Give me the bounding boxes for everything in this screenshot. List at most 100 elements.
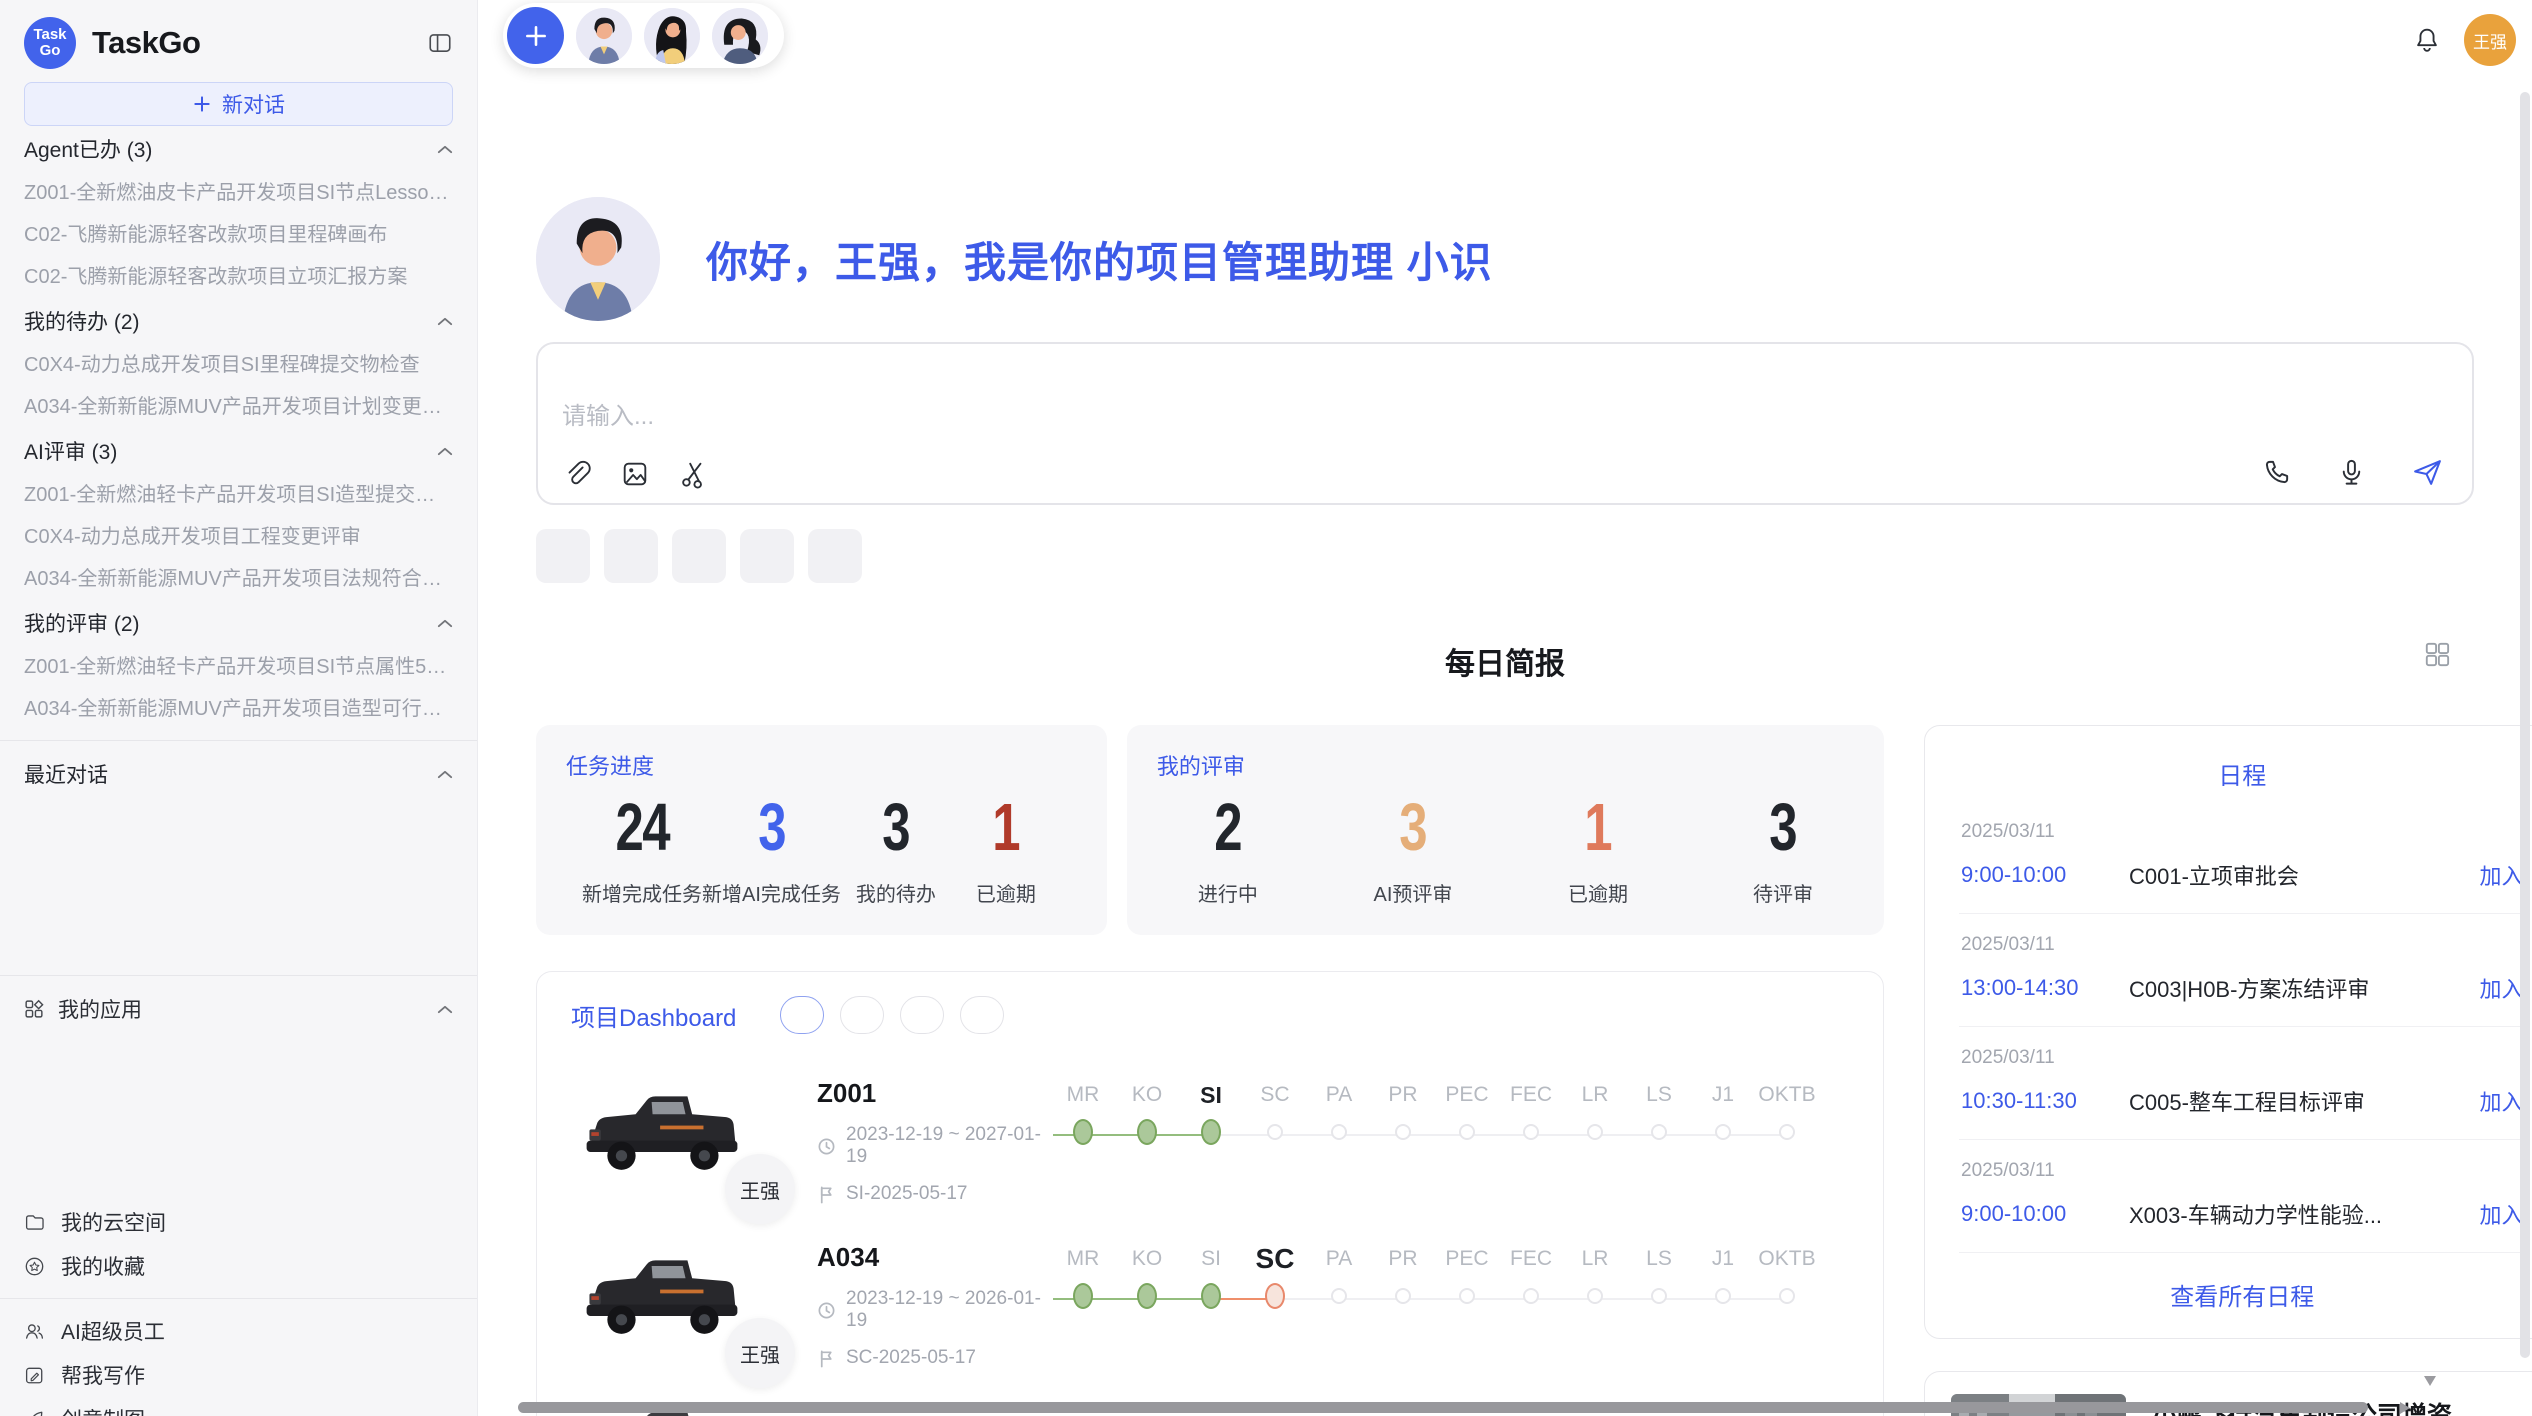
people-icon bbox=[24, 1321, 45, 1342]
project-info: Z001 2023-12-19 ~ 2027-01-19 SI-2025-05-… bbox=[787, 1078, 1047, 1198]
sidebar-task-item[interactable]: A034-全新新能源MUV产品开发项目计划变更表编写 bbox=[24, 386, 453, 428]
event-join-button[interactable]: 加入 bbox=[2468, 1198, 2524, 1230]
new-chat-button[interactable]: 新对话 bbox=[24, 82, 453, 126]
milestone-dot bbox=[1651, 1124, 1667, 1140]
view-all-schedule-button[interactable]: 查看所有日程 bbox=[1959, 1253, 2526, 1324]
event-join-button[interactable]: 加入 bbox=[2468, 1085, 2524, 1117]
sidebar-task-item[interactable]: Z001-全新燃油轻卡产品开发项目SI节点属性5D文件评审 bbox=[24, 646, 453, 688]
sidebar-task-item[interactable]: Z001-全新燃油轻卡产品开发项目SI造型提交物评审 bbox=[24, 474, 453, 516]
sidebar-link[interactable]: 我的云空间 bbox=[24, 1200, 453, 1244]
project-row[interactable]: 王强 Z001 2023-12-19 ~ 2027-01-19 bbox=[571, 1078, 1849, 1198]
stat-label: AI预评审 bbox=[1358, 878, 1468, 907]
sidebar-link[interactable]: 创意制图 bbox=[24, 1397, 453, 1416]
sidebar-link[interactable]: 帮我写作 bbox=[24, 1353, 453, 1397]
dashboard-tab[interactable] bbox=[960, 996, 1004, 1034]
suggestion-chip[interactable] bbox=[672, 529, 726, 583]
briefing-layout-button[interactable] bbox=[2424, 641, 2450, 667]
project-row[interactable]: 王强 A034 2023-12-19 ~ 2026-01-19 bbox=[571, 1242, 1849, 1362]
chevron-up-icon bbox=[437, 317, 453, 326]
sidebar-link[interactable]: 我的收藏 bbox=[24, 1244, 453, 1288]
app-item[interactable] bbox=[24, 1158, 453, 1200]
dashboard-tab[interactable] bbox=[840, 996, 884, 1034]
suggestion-chip[interactable] bbox=[604, 529, 658, 583]
sidebar-section-header[interactable]: 我的评审 (2) bbox=[24, 600, 453, 646]
user-avatar[interactable]: 王强 bbox=[2464, 14, 2516, 66]
write-icon bbox=[24, 1365, 45, 1386]
sidebar-task-item[interactable]: A034-全新新能源MUV产品开发项目造型可行性评审 bbox=[24, 688, 453, 730]
microphone-button[interactable] bbox=[2336, 456, 2367, 489]
sidebar-link-label: AI超级员工 bbox=[61, 1316, 165, 1346]
logo-line2: Go bbox=[40, 43, 61, 59]
collapse-sidebar-button[interactable] bbox=[427, 30, 453, 56]
event-date: 2025/03/11 bbox=[1961, 1160, 2524, 1182]
stat-label: 已逾期 bbox=[1543, 878, 1653, 907]
dashboard-tab[interactable] bbox=[780, 996, 824, 1034]
suggestion-chip[interactable] bbox=[808, 529, 862, 583]
sidebar-section-header-apps[interactable]: 我的应用 bbox=[24, 986, 453, 1032]
grid-icon bbox=[2424, 641, 2450, 667]
milestone-dot bbox=[1779, 1124, 1795, 1140]
sidebar-section-header-recent[interactable]: 最近对话 bbox=[24, 751, 453, 797]
event-join-button[interactable]: 加入 bbox=[2468, 972, 2524, 1004]
horizontal-scrollbar bbox=[478, 1400, 2532, 1416]
sidebar-link[interactable]: AI超级员工 bbox=[24, 1309, 453, 1353]
attach-file-button[interactable] bbox=[562, 459, 592, 489]
clock-icon bbox=[817, 1137, 836, 1156]
avatar[interactable] bbox=[644, 8, 700, 64]
stat: 1已逾期 bbox=[951, 789, 1061, 907]
screenshot-button[interactable] bbox=[678, 459, 708, 489]
stat: 3我的待办 bbox=[841, 789, 951, 907]
event-date: 2025/03/11 bbox=[1961, 934, 2524, 956]
stat-label: 新增AI完成任务 bbox=[702, 878, 841, 907]
milestone-sc: SC bbox=[1243, 1080, 1307, 1198]
sidebar-task-item[interactable]: C02-飞腾新能源轻客改款项目里程碑画布 bbox=[24, 214, 453, 256]
app-item[interactable] bbox=[24, 1074, 453, 1116]
chat-input[interactable] bbox=[562, 396, 2272, 440]
horizontal-scrollbar-thumb[interactable] bbox=[518, 1402, 2368, 1413]
recent-chat-item[interactable] bbox=[24, 881, 453, 923]
sidebar-task-item[interactable]: C0X4-动力总成开发项目SI里程碑提交物检查 bbox=[24, 344, 453, 386]
sidebar-task-item[interactable]: Z001-全新燃油皮卡产品开发项目SI节点Lesson Learn报告 bbox=[24, 172, 453, 214]
add-contact-button[interactable] bbox=[507, 7, 564, 64]
sidebar-section-header[interactable]: 我的待办 (2) bbox=[24, 298, 453, 344]
star-icon bbox=[24, 1256, 45, 1277]
voice-call-button[interactable] bbox=[2261, 456, 2292, 489]
suggestion-chips bbox=[536, 529, 2474, 583]
sidebar-links: 我的云空间 我的收藏 bbox=[24, 1200, 453, 1288]
recent-chat-item[interactable] bbox=[24, 839, 453, 881]
recent-chat-item[interactable] bbox=[24, 797, 453, 839]
avatar[interactable] bbox=[576, 8, 632, 64]
app-item[interactable] bbox=[24, 1116, 453, 1158]
suggestion-chip[interactable] bbox=[536, 529, 590, 583]
sidebar-task-item[interactable]: C0X4-动力总成开发项目工程变更评审 bbox=[24, 516, 453, 558]
sidebar-section-header[interactable]: Agent已办 (3) bbox=[24, 126, 453, 172]
sidebar-task-item[interactable]: A034-全新新能源MUV产品开发项目法规符合性评审 bbox=[24, 558, 453, 600]
chat-composer bbox=[536, 342, 2474, 505]
event-join-button[interactable]: 加入 bbox=[2468, 859, 2524, 891]
milestone-dot bbox=[1073, 1283, 1093, 1309]
notifications-button[interactable] bbox=[2412, 25, 2442, 55]
dashboard-tab[interactable] bbox=[900, 996, 944, 1034]
send-button[interactable] bbox=[2411, 456, 2444, 489]
send-plane-icon bbox=[2411, 456, 2444, 489]
event-time: 13:00-14:30 bbox=[1961, 975, 2129, 1001]
recent-chat-item[interactable] bbox=[24, 923, 453, 965]
suggestion-chip[interactable] bbox=[740, 529, 794, 583]
bell-icon bbox=[2412, 25, 2442, 55]
sidebar-task-item[interactable]: C02-飞腾新能源轻客改款项目立项汇报方案 bbox=[24, 256, 453, 298]
scroll-right-arrow[interactable] bbox=[2400, 1402, 2410, 1414]
app-item[interactable] bbox=[24, 1032, 453, 1074]
stats-card-title: 我的评审 bbox=[1157, 749, 1854, 781]
milestone-ko: KO bbox=[1115, 1080, 1179, 1198]
milestone-dot bbox=[1265, 1283, 1285, 1309]
avatar[interactable] bbox=[712, 8, 768, 64]
milestone-dot bbox=[1395, 1288, 1411, 1304]
plus-icon bbox=[192, 94, 212, 114]
greeting-title: 你好，王强，我是你的项目管理助理 小识 bbox=[706, 229, 1493, 290]
stat-label: 新增完成任务 bbox=[582, 878, 702, 907]
attach-image-button[interactable] bbox=[620, 459, 650, 489]
sidebar-section-header[interactable]: AI评审 (3) bbox=[24, 428, 453, 474]
sidebar-task-sections: Agent已办 (3) Z001-全新燃油皮卡产品开发项目SI节点Lesson … bbox=[24, 126, 453, 730]
vertical-scrollbar-thumb[interactable] bbox=[2520, 92, 2530, 1358]
scroll-down-arrow[interactable] bbox=[2424, 1376, 2436, 1386]
